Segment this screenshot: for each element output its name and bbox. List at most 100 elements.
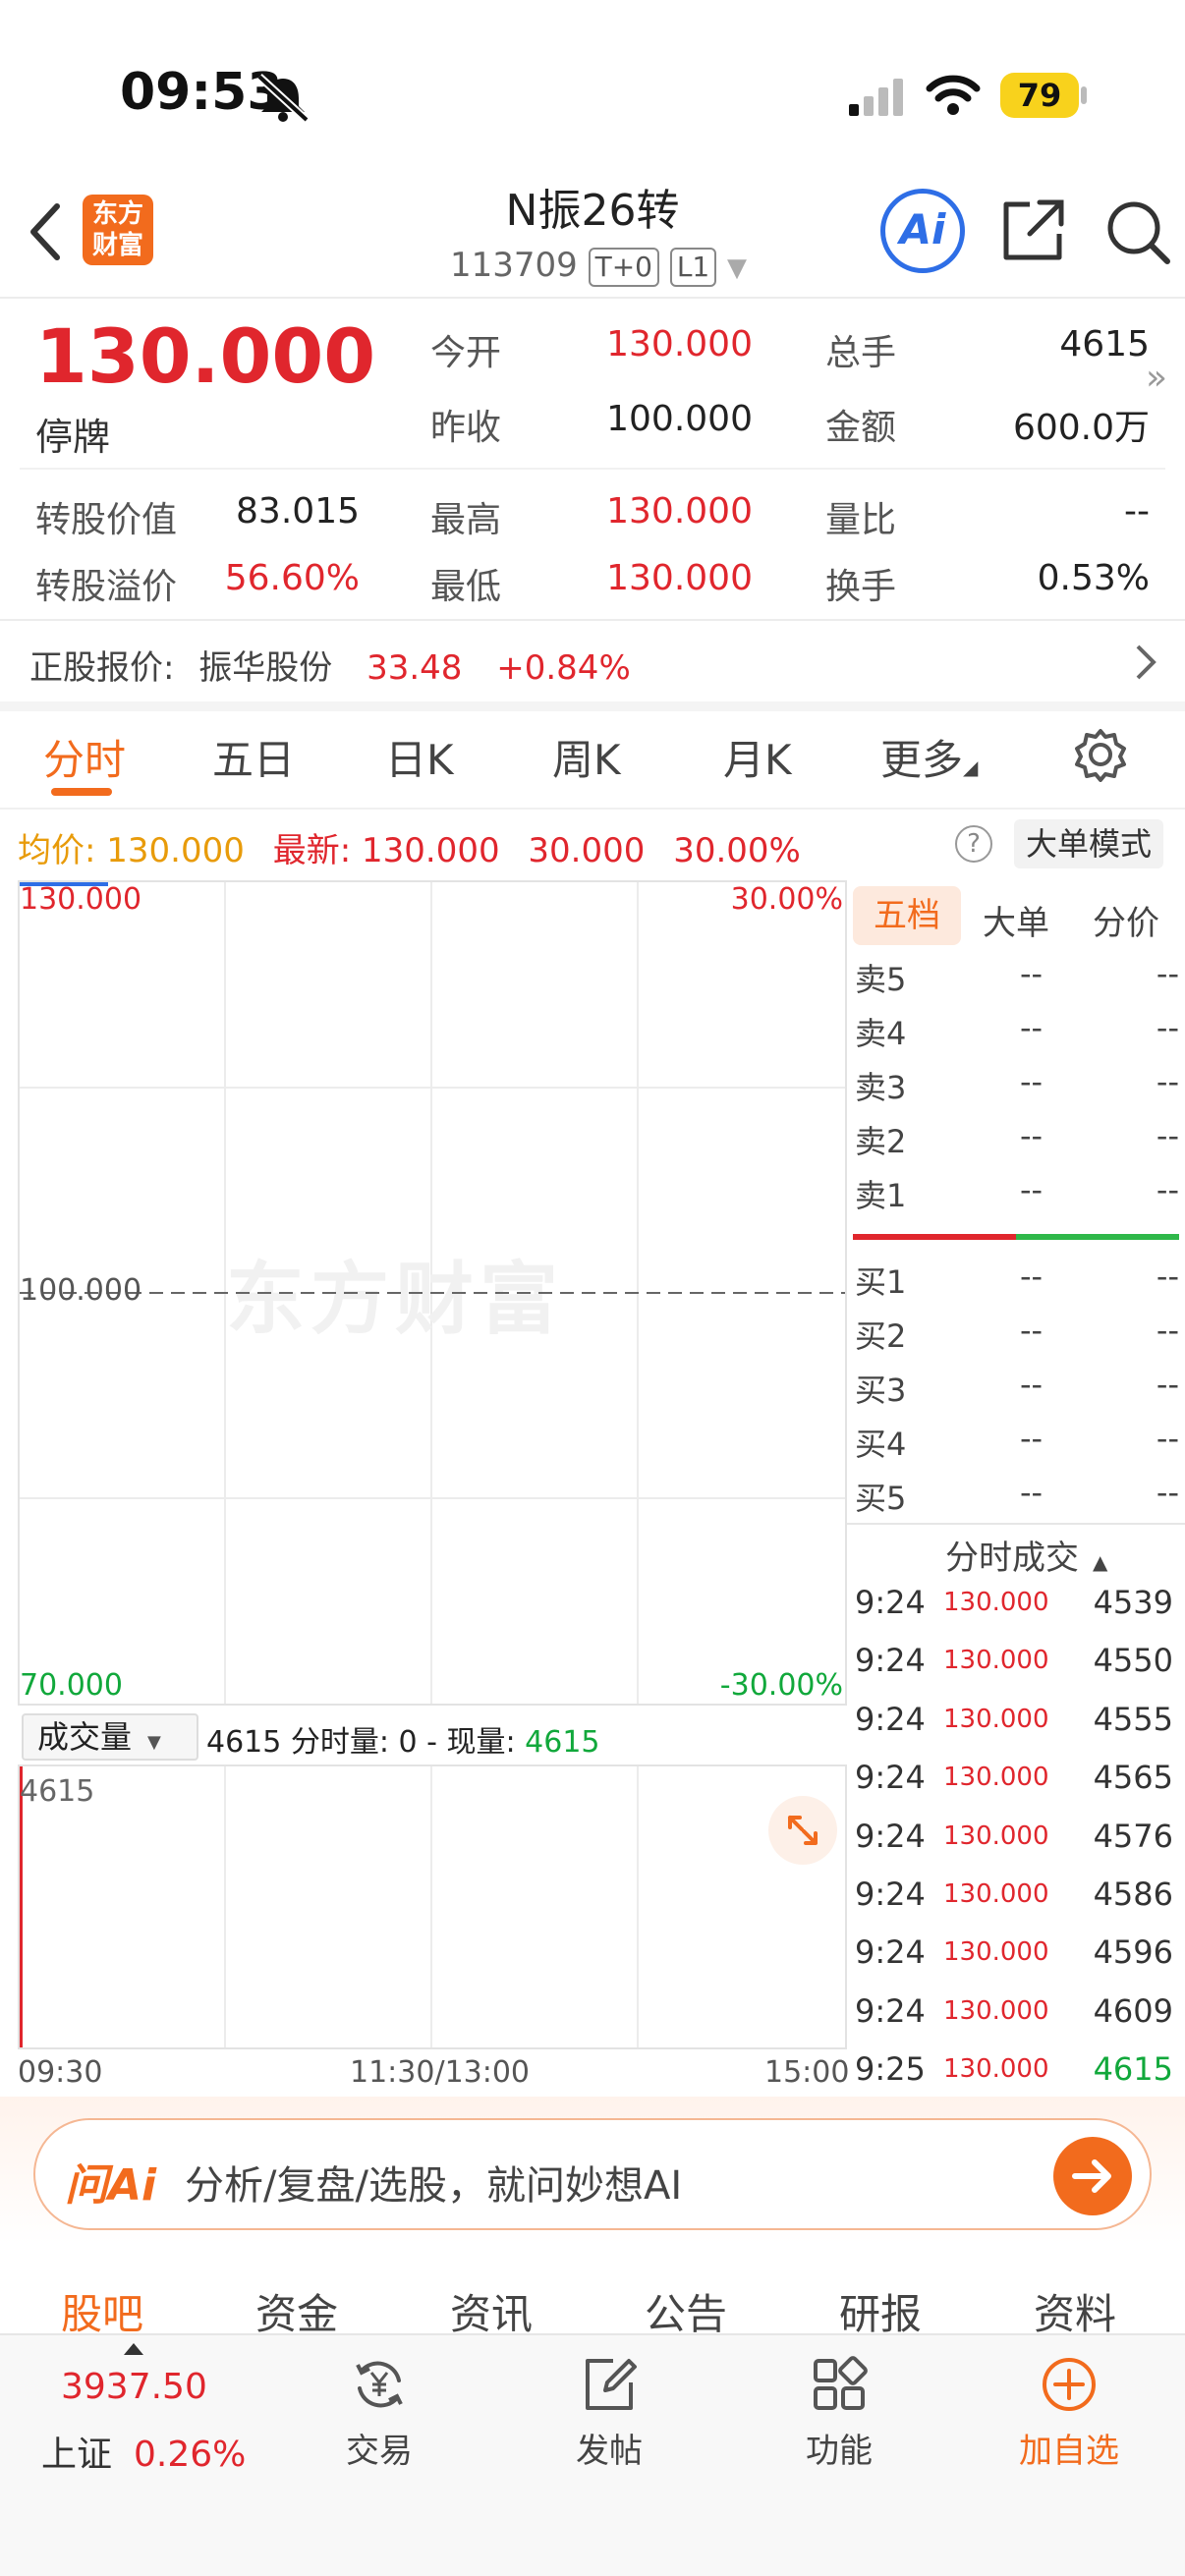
battery-icon: 79 [1000, 73, 1079, 118]
volume-info: 4615 分时量: 0 - 现量: 4615 [206, 1725, 600, 1760]
conv-premium-label: 转股溢价 [35, 567, 178, 607]
current-price: 130.000 [35, 312, 376, 400]
tab-daily-k[interactable]: 日K [385, 727, 454, 787]
chevron-right-icon[interactable] [1134, 643, 1157, 682]
subtab-forum[interactable]: 股吧 [61, 2281, 143, 2341]
trading-status: 停牌 [35, 416, 111, 459]
ai-button[interactable]: Ai [880, 189, 965, 273]
trade-row: 9:24 130.000 4576 [855, 1818, 1173, 1855]
orderbook-tab-big[interactable]: 大单 [983, 896, 1049, 944]
trade-row: 9:24 130.000 4565 [855, 1759, 1173, 1796]
volume-value: 4615 [1059, 324, 1150, 364]
dropdown-icon[interactable]: ▼ [727, 253, 747, 283]
l1-tag: L1 [669, 248, 717, 287]
volume-indicator-select[interactable]: 成交量 ▼ [22, 1713, 198, 1761]
high-value: 130.000 [606, 491, 753, 532]
x-label-open: 09:30 [18, 2055, 103, 2090]
buy-row-3: 买3 -- -- [855, 1366, 1179, 1409]
trade-row: 9:24 130.000 4550 [855, 1642, 1173, 1679]
sell-row-5: 卖5 -- -- [855, 955, 1179, 998]
intraday-price-chart[interactable]: 东方财富 130.000 100.000 70.000 30.00% -30.0… [18, 880, 847, 1706]
subtab-research[interactable]: 研报 [839, 2281, 922, 2341]
nav-functions[interactable]: 功能 [741, 2355, 937, 2472]
ai-logo: 问Ai [65, 2160, 157, 2211]
fullscreen-button[interactable] [768, 1796, 837, 1865]
volume-chart[interactable]: 4615 [18, 1764, 847, 2049]
tab-five-day[interactable]: 五日 [212, 727, 295, 787]
conv-premium: 56.60% [224, 558, 360, 598]
open-label: 今开 [430, 333, 502, 373]
plus-circle-icon [1043, 2358, 1096, 2411]
share-icon[interactable] [1000, 196, 1067, 263]
trade-row: 9:24 130.000 4555 [855, 1701, 1173, 1738]
volume-plot [20, 1766, 23, 2047]
subtab-news[interactable]: 资讯 [450, 2281, 533, 2341]
x-label-close: 15:00 [764, 2055, 850, 2090]
nav-trade[interactable]: 交易 [281, 2355, 478, 2472]
apps-grid-icon [814, 2356, 868, 2410]
trade-row: 9:24 130.000 4586 [855, 1876, 1173, 1913]
y-label-bottom-pct: -30.00% [719, 1668, 843, 1703]
turnover-label: 换手 [825, 567, 897, 607]
tab-more[interactable]: 更多◢ [880, 727, 978, 787]
buy-row-1: 买1 -- -- [855, 1258, 1179, 1301]
trade-row: 9:24 130.000 4539 [855, 1584, 1173, 1621]
nav-post[interactable]: 发帖 [511, 2355, 707, 2472]
silent-bell-icon [256, 74, 310, 122]
vol-ratio-label: 量比 [825, 500, 897, 540]
volume-label: 总手 [825, 333, 897, 373]
y-label-bottom: 70.000 [20, 1668, 123, 1703]
index-up-arrow-icon [124, 2343, 143, 2355]
subtab-funds[interactable]: 资金 [255, 2281, 338, 2341]
trades-title[interactable]: 分时成交 ▲ [945, 1531, 1107, 1579]
trade-row: 9:25 130.000 4615 [855, 2050, 1173, 2088]
help-icon[interactable]: ? [955, 825, 992, 863]
orderbook-tab-price[interactable]: 分价 [1093, 896, 1159, 944]
index-name[interactable]: 上证 0.26% [41, 2426, 246, 2477]
underlying-row[interactable]: 正股报价: 振华股份 33.48 +0.84% [29, 641, 631, 689]
ai-ask-input[interactable]: 问Ai 分析/复盘/选股，就问妙想AI [33, 2118, 1152, 2230]
trade-row: 9:24 130.000 4596 [855, 1933, 1173, 1971]
tab-weekly-k[interactable]: 周K [552, 727, 621, 787]
search-icon[interactable] [1102, 196, 1173, 267]
trade-row: 9:24 130.000 4609 [855, 1992, 1173, 2030]
low-label: 最低 [430, 567, 502, 607]
index-value[interactable]: 3937.50 [61, 2367, 207, 2407]
buy-row-2: 买2 -- -- [855, 1312, 1179, 1355]
expand-arrows-icon [788, 1816, 818, 1845]
low-value: 130.000 [606, 558, 753, 598]
price-plot [20, 882, 845, 1294]
volume-max-label: 4615 [20, 1774, 95, 1809]
tab-indicator [51, 788, 112, 796]
open-value: 130.000 [606, 324, 753, 364]
high-label: 最高 [430, 500, 502, 540]
big-order-mode-button[interactable]: 大单模式 [1014, 819, 1164, 868]
amount-label: 金额 [825, 408, 897, 448]
conv-value: 83.015 [236, 491, 360, 532]
settings-gear-icon[interactable] [1073, 727, 1128, 782]
chart-info-row: 均价: 130.000 最新: 130.000 30.000 30.00% [18, 831, 801, 870]
y-label-mid: 100.000 [20, 1273, 142, 1308]
tab-intraday[interactable]: 分时 [43, 727, 126, 787]
conv-value-label: 转股价值 [35, 500, 178, 540]
sell-row-4: 卖4 -- -- [855, 1009, 1179, 1052]
y-label-top: 130.000 [20, 882, 142, 917]
ai-placeholder: 分析/复盘/选股，就问妙想AI [185, 2163, 683, 2209]
expand-chevron-icon[interactable]: » [1146, 358, 1167, 398]
turnover-value: 0.53% [1037, 558, 1150, 598]
battery-tip [1081, 86, 1087, 104]
bottom-nav: 3937.50 上证 0.26% 交易 发帖 功能 加自选 [0, 2333, 1185, 2576]
sell-row-3: 卖3 -- -- [855, 1063, 1179, 1106]
nav-add-watchlist[interactable]: 加自选 [971, 2355, 1167, 2472]
buy-row-5: 买5 -- -- [855, 1474, 1179, 1517]
subtab-announcements[interactable]: 公告 [645, 2281, 727, 2341]
subtab-profile[interactable]: 资料 [1034, 2281, 1116, 2341]
buy-row-4: 买4 -- -- [855, 1420, 1179, 1463]
bond-code: 113709 T+0 L1 ▼ [450, 246, 748, 287]
orderbook-tab-five[interactable]: 五档 [853, 886, 961, 945]
t0-tag: T+0 [588, 248, 659, 287]
yen-exchange-icon [356, 2361, 403, 2408]
tab-monthly-k[interactable]: 月K [723, 727, 792, 787]
amount-value: 600.0万 [1012, 408, 1150, 448]
ai-submit-button[interactable] [1053, 2137, 1132, 2215]
